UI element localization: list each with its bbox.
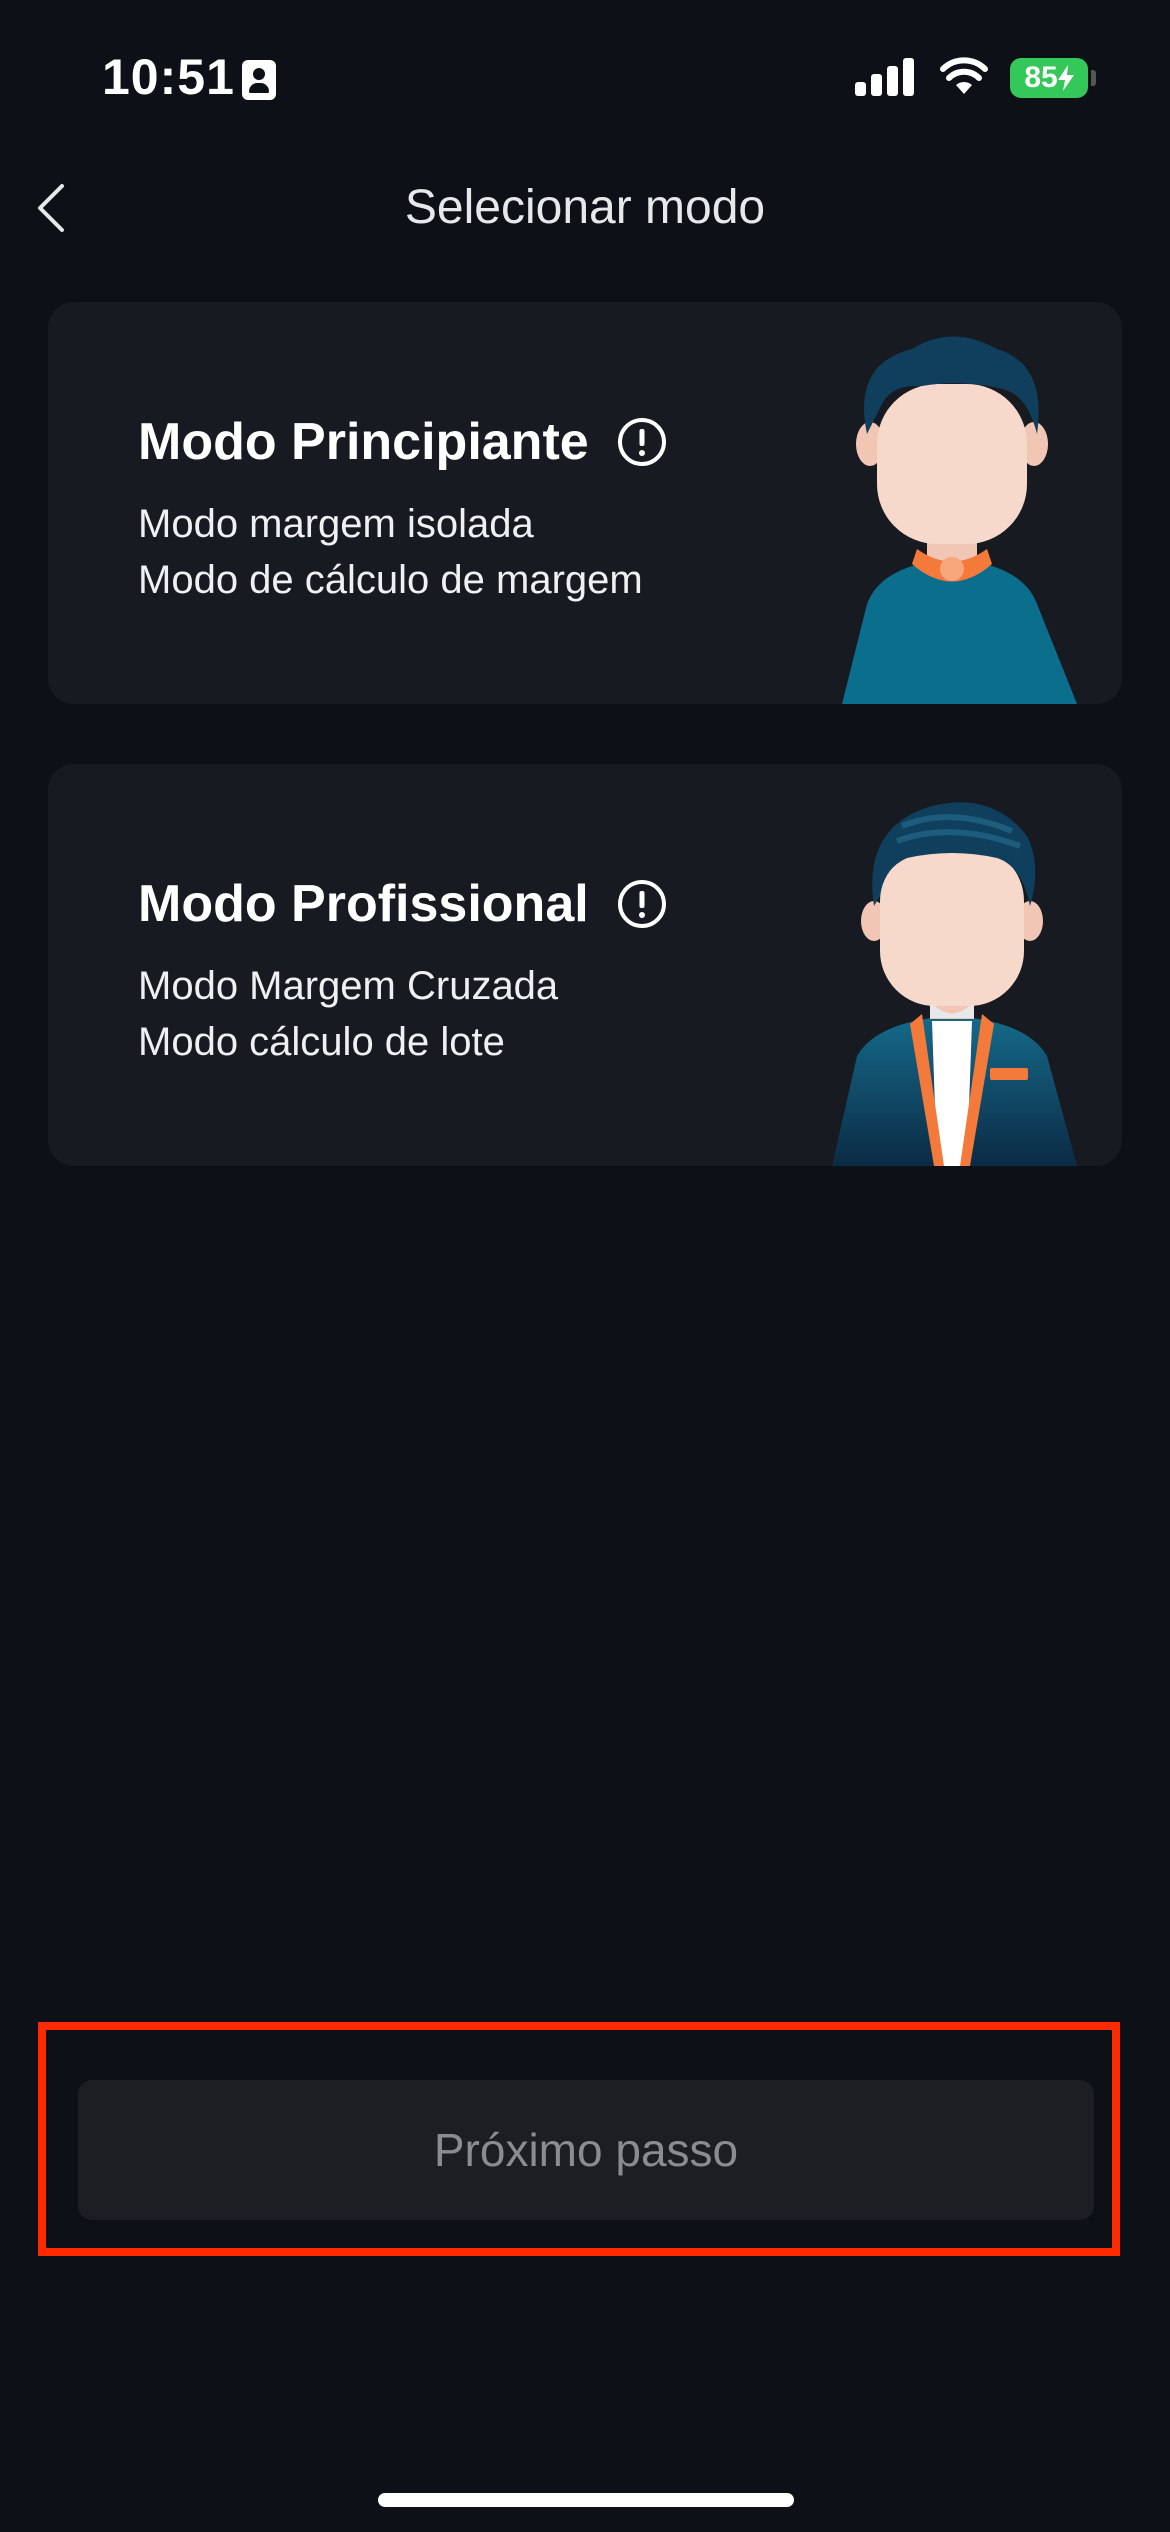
home-indicator[interactable] [378,2493,794,2507]
contact-card-icon [242,60,276,100]
mode-card-beginner[interactable]: Modo Principiante Modo margem isolada Mo… [48,302,1122,704]
mode-title-text: Modo Principiante [138,413,589,471]
mode-title-text: Modo Profissional [138,875,589,933]
battery-indicator: 85 [1010,58,1088,98]
mode-title: Modo Profissional [138,874,667,934]
mode-feature: Modo cálculo de lote [138,1020,505,1064]
page-title: Selecionar modo [404,181,766,234]
battery-level: 85 [1024,61,1058,94]
charging-bolt-icon [1057,65,1074,91]
mode-feature: Modo Margem Cruzada [138,964,559,1008]
info-circle-icon[interactable] [617,417,667,467]
mode-card-professional[interactable]: Modo Profissional Modo Margem Cruzada Mo… [48,764,1122,1166]
wifi-icon [940,57,988,94]
mode-feature: Modo margem isolada [138,502,534,546]
mode-title: Modo Principiante [138,412,667,472]
mode-feature: Modo de cálculo de margem [138,558,643,602]
cellular-signal-icon [855,58,915,96]
beginner-avatar-illustration [842,336,1077,704]
status-time: 10:51 [102,49,235,105]
next-step-button[interactable]: Próximo passo [78,2080,1094,2220]
screen: 10:51 85 Selecionar modo Modo Principian… [0,0,1170,2532]
battery-tip [1091,70,1096,86]
professional-avatar-illustration [832,802,1077,1166]
info-circle-icon[interactable] [617,879,667,929]
